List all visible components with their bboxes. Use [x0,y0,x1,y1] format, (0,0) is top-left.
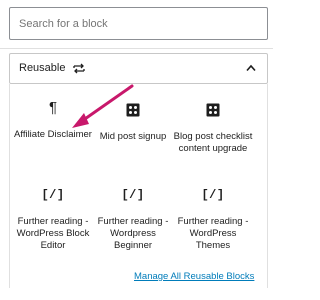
paragraph-icon: ¶ [48,99,58,116]
block-item-affiliate-disclaimer[interactable]: ¶ Affiliate Disclaimer [12,99,94,141]
search-box[interactable] [9,7,268,40]
block-label: Further reading - Wordpress Beginner [97,216,169,251]
reusable-icon: [/] [121,188,145,202]
reusable-icon: [/] [201,188,225,202]
block-item-further-reading-beginner[interactable]: [/] Further reading - Wordpress Beginner [92,186,174,252]
reusable-block-icon [73,63,85,74]
block-label: Further reading - WordPress Block Editor [16,216,90,251]
block-item-blog-post-checklist[interactable]: Blog post checklist content upgrade [172,99,254,155]
chevron-up-icon[interactable] [246,64,256,72]
block-label: Further reading - WordPress Themes [177,216,249,251]
panel-title: Reusable [19,62,66,74]
image-block-icon [126,103,140,117]
reusable-panel-header[interactable]: Reusable [9,53,268,84]
divider [0,48,273,49]
block-item-further-reading-block-editor[interactable]: [/] Further reading - WordPress Block Ed… [12,186,94,252]
search-input[interactable] [10,8,267,39]
block-item-further-reading-themes[interactable]: [/] Further reading - WordPress Themes [172,186,254,252]
reusable-icon: [/] [41,188,65,202]
block-inserter-panel: Reusable ¶ Affiliate Disclaimer Mid post… [0,0,273,300]
block-label: Affiliate Disclaimer [14,129,92,140]
block-label: Blog post checklist content upgrade [173,131,253,154]
block-item-mid-post-signup[interactable]: Mid post signup [92,99,174,143]
image-block-icon [206,103,220,117]
block-label: Mid post signup [99,131,167,142]
manage-reusable-blocks-link[interactable]: Manage All Reusable Blocks [134,271,254,282]
